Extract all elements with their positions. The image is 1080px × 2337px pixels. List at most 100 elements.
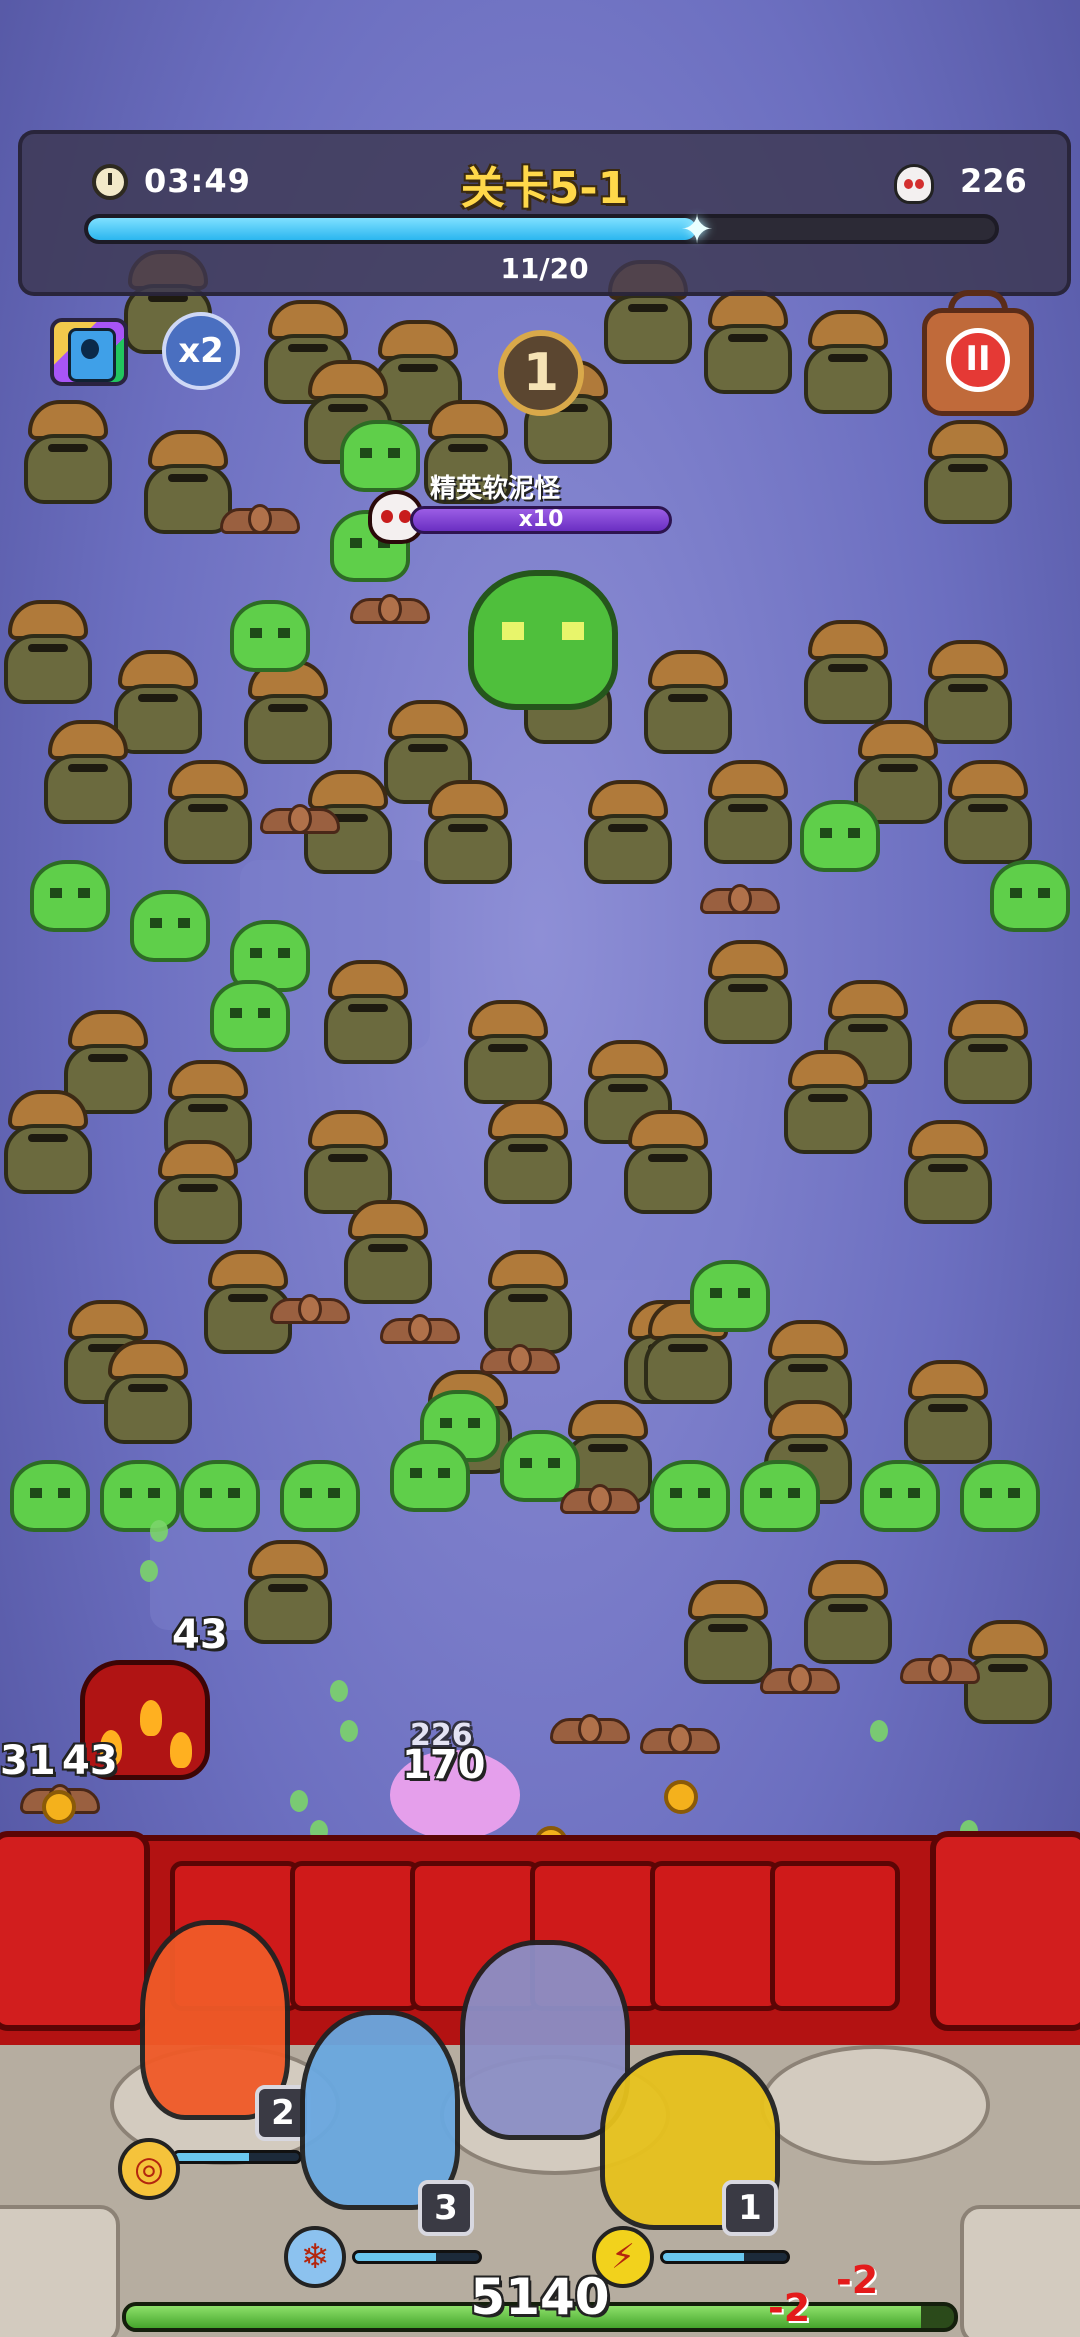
slime-enemy xyxy=(130,890,210,962)
top-hud: 03:49 关卡5-1 226 ✦ 11/20 xyxy=(18,130,1071,296)
slime-enemy xyxy=(230,600,310,672)
slime-drip xyxy=(140,1560,158,1582)
slime-enemy xyxy=(340,420,420,492)
pause-icon: II xyxy=(946,328,1010,392)
round-badge: 1 xyxy=(498,330,584,416)
slime-enemy xyxy=(690,1260,770,1332)
wall-tower xyxy=(930,1831,1080,2031)
elite-slime-enemy xyxy=(468,570,618,710)
coin[interactable] xyxy=(42,1790,76,1824)
hero-pedestal xyxy=(760,2045,990,2165)
slime-enemy xyxy=(650,1460,730,1532)
slime-enemy xyxy=(280,1460,360,1532)
hero-health-bar xyxy=(352,2250,482,2264)
slime-enemy xyxy=(100,1460,180,1532)
slime-drip xyxy=(330,1680,348,1702)
wave-progress-fill xyxy=(88,218,696,240)
elite-health-bar: x10 xyxy=(410,506,672,534)
slime-drip xyxy=(340,1720,358,1742)
slime-enemy xyxy=(960,1460,1040,1532)
zombie-enemy xyxy=(800,310,896,420)
wave-progress-bar xyxy=(84,214,999,244)
elite-multiplier: x10 xyxy=(518,507,564,532)
hero-health-bar xyxy=(660,2250,790,2264)
zombie-enemy xyxy=(700,760,796,870)
damage-number: 43 xyxy=(62,1738,118,1784)
slime-enemy xyxy=(180,1460,260,1532)
card-deck-button[interactable] xyxy=(50,318,128,386)
zombie-enemy xyxy=(800,1560,896,1670)
zombie-enemy xyxy=(320,960,416,1070)
zombie-enemy xyxy=(940,760,1036,870)
slime-enemy xyxy=(390,1440,470,1512)
zombie-enemy xyxy=(700,940,796,1050)
zombie-enemy xyxy=(780,1050,876,1160)
zombie-enemy xyxy=(620,1110,716,1220)
slime-enemy xyxy=(860,1460,940,1532)
zombie-enemy xyxy=(480,1100,576,1210)
speed-button[interactable]: x2 xyxy=(162,312,240,390)
skull-icon xyxy=(894,164,934,204)
slime-enemy xyxy=(990,860,1070,932)
hero-health-fill xyxy=(663,2253,744,2261)
slime-enemy xyxy=(10,1460,90,1532)
zombie-enemy xyxy=(940,1000,1036,1110)
zombie-enemy xyxy=(920,420,1016,530)
zombie-enemy xyxy=(150,1140,246,1250)
wall-tower xyxy=(0,1831,150,2031)
bat-enemy xyxy=(350,590,430,634)
damage-number: 226 xyxy=(410,1718,473,1753)
spark-icon: ✦ xyxy=(680,207,714,253)
zombie-enemy xyxy=(240,660,336,770)
base-health-value: 5140 xyxy=(470,2268,610,2326)
zombie-enemy xyxy=(100,1340,196,1450)
slime-enemy xyxy=(210,980,290,1052)
zombie-enemy xyxy=(240,1540,336,1650)
base-damage-number: -2 xyxy=(836,2258,879,2302)
slime-enemy xyxy=(800,800,880,872)
hero-health-bar xyxy=(172,2150,302,2164)
zombie-enemy xyxy=(640,650,736,760)
wall-block xyxy=(290,1861,420,2011)
wall-block xyxy=(770,1861,900,2011)
kill-count: 226 xyxy=(960,162,1027,200)
hero-level-badge: 3 xyxy=(418,2180,474,2236)
coin[interactable] xyxy=(664,1780,698,1814)
zombie-enemy xyxy=(0,600,96,710)
bat-enemy xyxy=(220,500,300,544)
fire-skill-icon[interactable]: ◎ xyxy=(118,2138,180,2200)
zombie-enemy xyxy=(160,760,256,870)
game-stage: 精英软泥怪 x10 43 31 43 170 226 03:49 关卡5-1 2… xyxy=(0,0,1080,2337)
bat-enemy xyxy=(260,800,340,844)
hero-level-badge: 1 xyxy=(722,2180,778,2236)
zombie-enemy xyxy=(40,720,136,830)
damage-number: 31 xyxy=(0,1738,56,1784)
wall-block xyxy=(650,1861,780,2011)
bat-enemy xyxy=(760,1660,840,1704)
bat-enemy xyxy=(550,1710,630,1754)
elite-name: 精英软泥怪 xyxy=(430,474,561,504)
bat-enemy xyxy=(900,1650,980,1694)
wave-counter: 11/20 xyxy=(500,252,589,285)
zombie-enemy xyxy=(900,1120,996,1230)
zombie-enemy xyxy=(900,1360,996,1470)
bat-enemy xyxy=(700,880,780,924)
zombie-enemy xyxy=(20,400,116,510)
damage-number: 43 xyxy=(172,1612,228,1658)
hero-health-fill xyxy=(355,2253,436,2261)
bat-enemy xyxy=(270,1290,350,1334)
zombie-enemy xyxy=(420,780,516,890)
bat-enemy xyxy=(380,1310,460,1354)
bat-enemy xyxy=(640,1720,720,1764)
zombie-enemy xyxy=(800,620,896,730)
hero-card-icon xyxy=(68,328,116,382)
slime-enemy xyxy=(740,1460,820,1532)
slime-drip xyxy=(290,1790,308,1812)
bat-enemy xyxy=(560,1480,640,1524)
slime-drip xyxy=(150,1520,168,1542)
bat-enemy xyxy=(480,1340,560,1384)
pause-button[interactable]: II xyxy=(918,290,1038,420)
zombie-enemy xyxy=(0,1090,96,1200)
zombie-enemy xyxy=(460,1000,556,1110)
slime-drip xyxy=(870,1720,888,1742)
